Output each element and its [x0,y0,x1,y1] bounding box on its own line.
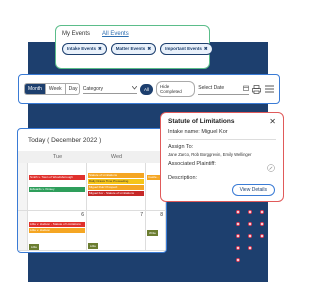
badge-row: Write [147,221,164,239]
calendar-panel: Today ( December 2022 ) Tue Wed Smith v.… [17,128,167,253]
date-placeholder: Select Date [198,84,225,91]
assignees-list: Jane Zarco, Rob Borggrevin, Emily Wellin… [168,152,252,157]
chevron-down-icon [131,85,138,92]
tab-my-events[interactable]: My Events [62,31,90,37]
close-icon[interactable]: ✖ [204,46,208,51]
tab-all-events[interactable]: All Events [102,31,129,37]
decor-dot [248,234,252,238]
calendar-cell-tue-week2[interactable]: 6 Lillie v. Hudson - Statute of Limitati… [28,211,87,251]
calendar-event-empty [29,181,85,186]
view-month-button[interactable]: Month [25,84,46,94]
calendar-cell-tue-week1[interactable]: Smith v. Town of Woodsborough Edwards v.… [28,163,87,211]
events-tabs: My Events All Events [62,31,203,37]
calendar-cell-side-week2[interactable]: 8 Write [146,211,166,251]
day-header-wed: Wed [110,154,123,160]
category-value: Category [82,85,104,92]
calendar-event[interactable]: Miguel Kor - Statute of Limitations [88,191,144,196]
view-day-button[interactable]: Day [66,84,79,94]
cell-spacer [88,212,144,234]
print-icon[interactable] [252,84,262,94]
badge-row: Lillie [88,234,144,252]
decor-dot [260,234,264,238]
calendar-heading: Today ( December 2022 ) [28,136,102,144]
view-week-button[interactable]: Week [46,84,66,94]
chip-label: Intake Events [67,46,97,51]
decor-dot [248,210,252,214]
plaintiff-label: Associated Plaintiff: [168,161,216,167]
assign-label: Assign To: [168,144,194,150]
decor-dot [260,210,264,214]
chip-label: Matter Events [115,46,146,51]
decor-dot [236,258,240,262]
day-number: 7 [140,212,143,218]
hide-completed-button[interactable]: Hide Completed [156,81,196,97]
day-header-row: Tue Wed [18,151,166,163]
calendar-icon [242,85,249,93]
decor-dot [236,246,240,250]
calendar-event[interactable]: Smith v. Town of Woodsborough [29,175,85,180]
event-badge[interactable]: Lillie [29,244,40,250]
event-chips: Intake Events ✖ Matter Events ✖ Important … [62,43,213,55]
cell-spacer [29,212,85,221]
close-icon[interactable]: ✖ [147,46,151,51]
edit-icon[interactable] [267,159,275,177]
category-select[interactable]: Category [82,85,138,94]
calendar-event[interactable]: Lillie v. Hudson [29,228,85,233]
decor-dot [236,222,240,226]
day-header-tue: Tue [52,154,63,160]
calendar-event[interactable]: Miguel Ruiz Prospect [88,185,144,190]
chip-intake-events[interactable]: Intake Events ✖ [62,43,107,55]
events-filter-panel: My Events All Events Intake Events ✖ Matt… [55,25,213,69]
calendar-cell[interactable] [18,163,28,211]
decor-dot [248,246,252,250]
calendar-cell-wed-week2[interactable]: 7 Lillie [87,211,146,251]
calendar-grid: Smith v. Town of Woodsborough Edwards v.… [18,163,166,251]
day-number: 6 [81,212,84,218]
view-details-button[interactable]: View Details [231,184,275,196]
statute-popup: Statute of Limitations ✕ Intake name: Mi… [160,112,284,202]
cell-spacer [29,164,85,174]
decor-dot [248,222,252,226]
cell-spacer [88,164,144,172]
chip-important-events[interactable]: Important Events ✖ [160,43,213,55]
chip-matter-events[interactable]: Matter Events ✖ [110,43,157,55]
calendar-event[interactable]: Edwards v. Kinsey [29,187,85,192]
calendar-event[interactable]: Daily Draws Time Proceeding [88,179,144,184]
close-icon[interactable]: ✖ [98,46,102,51]
close-icon[interactable]: ✕ [269,117,276,126]
event-badge[interactable]: Write [147,230,158,236]
chip-label: Important Events [165,46,202,51]
event-badge[interactable]: Lillie [88,243,99,249]
calendar-event[interactable]: Statute of Limitations [88,173,144,178]
day-number: 8 [160,212,163,218]
date-field[interactable]: Select Date [198,84,249,95]
day-header [18,151,28,163]
calendar-cell[interactable] [18,211,28,251]
intake-name: Intake name: Miguel Kor [168,129,276,140]
calendar-cell-wed-week1[interactable]: Statute of Limitations Daily Draws Time … [87,163,146,211]
decor-dot [236,234,240,238]
filter-all-button[interactable]: All [140,83,154,95]
calendar-event[interactable]: Lillie v. Hudson - Statute of Limitation… [29,222,85,227]
popup-title: Statute of Limitations [168,118,235,125]
badge-row: Lillie [29,235,85,252]
decor-dot [236,210,240,214]
menu-icon[interactable] [264,84,274,94]
description-label: Description: [168,175,198,181]
view-switcher: Month Week Day [24,83,80,95]
decor-dot [260,222,264,226]
calendar-toolbar: Month Week Day Category All Hide Complet… [18,74,280,104]
